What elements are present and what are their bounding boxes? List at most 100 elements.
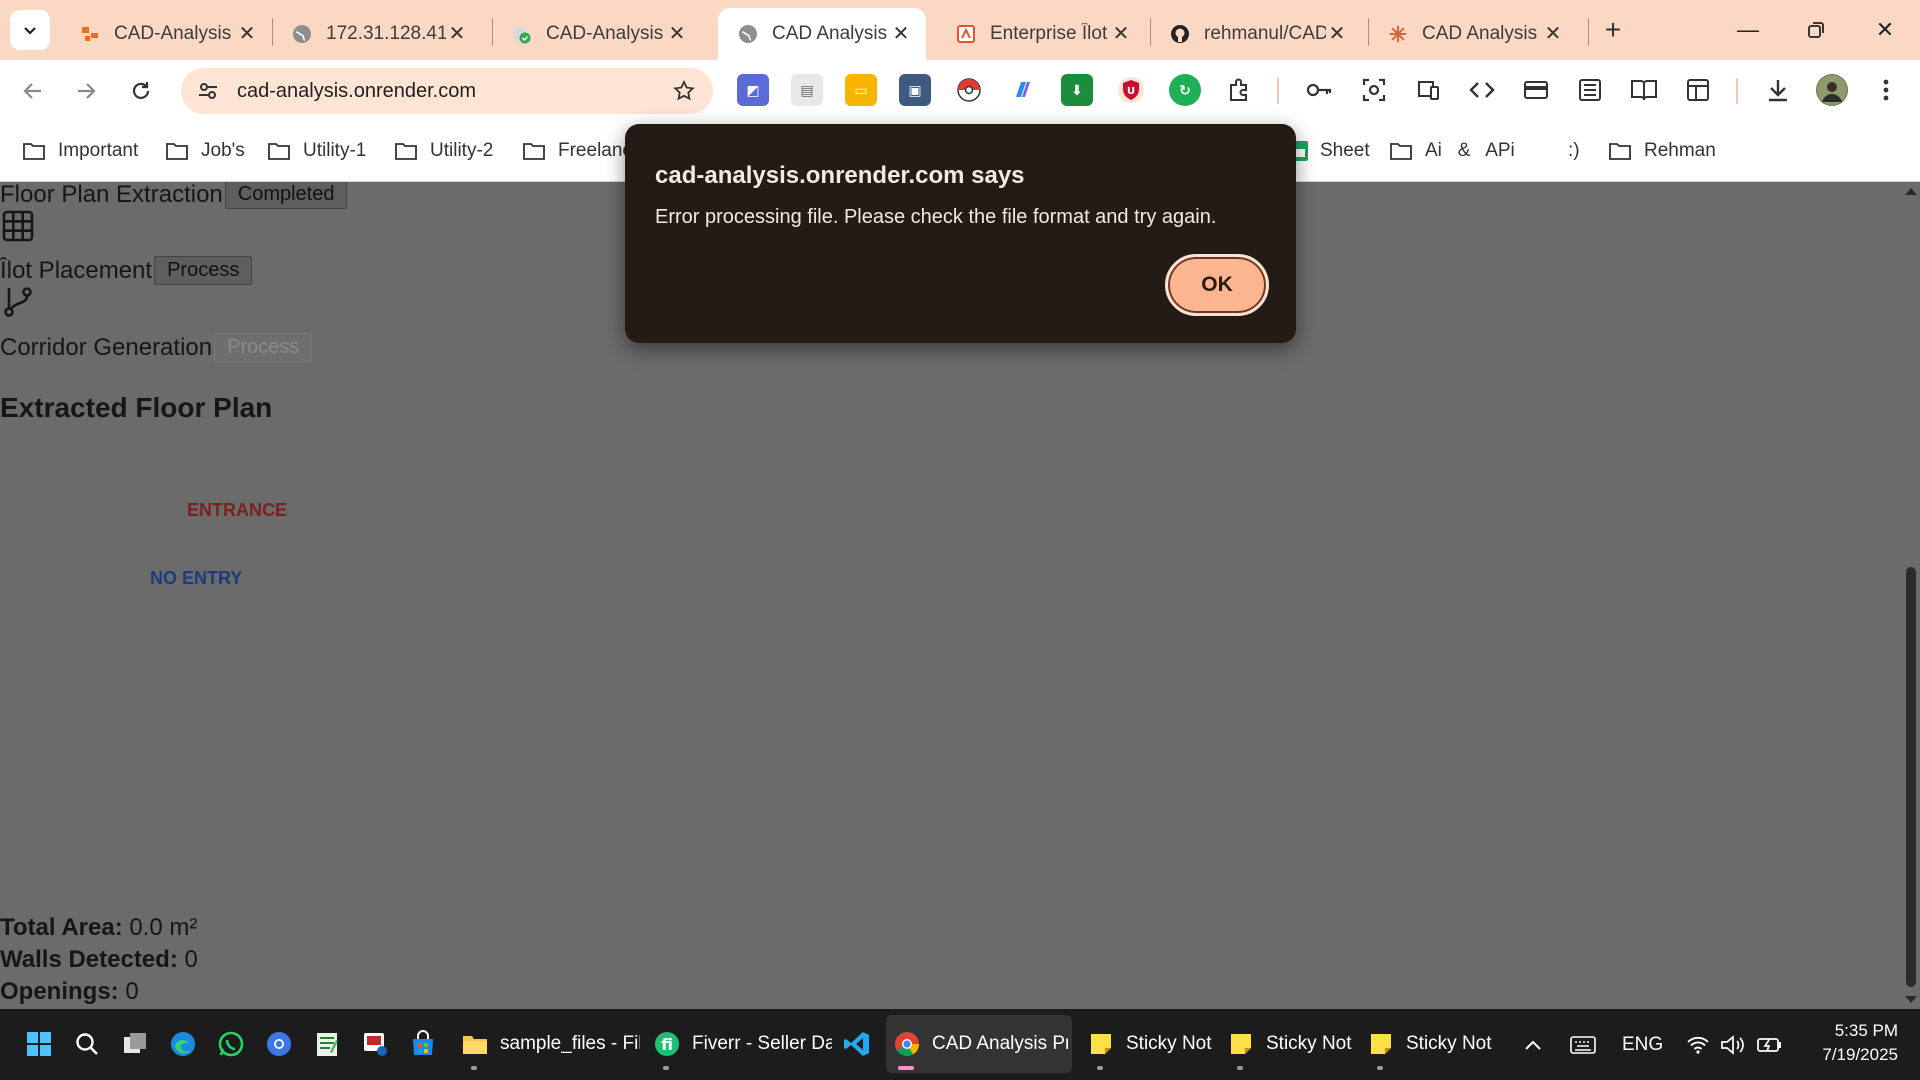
bookmark-star-icon[interactable] <box>669 76 699 106</box>
volume-icon[interactable] <box>1720 1029 1746 1061</box>
back-button[interactable] <box>16 74 50 108</box>
tab-cad-analysis-2[interactable]: CAD-Analysis ✕ <box>492 8 702 60</box>
download-icon[interactable] <box>1762 74 1794 106</box>
navigation-bar: cad-analysis.onrender.com ◩ ▤ ▭ ▣ ⬇ U ↻ <box>0 60 1920 120</box>
tab-enterprise-ilot[interactable]: Enterprise Îlot ✕ <box>936 8 1146 60</box>
tab-cad-analysis-1[interactable]: CAD-Analysis ✕ <box>60 8 272 60</box>
reading-list-icon[interactable] <box>1574 74 1606 106</box>
close-window-button[interactable]: ✕ <box>1862 12 1908 48</box>
taskbar-app-chrome-cad-analysis[interactable]: CAD Analysis Prc <box>886 1015 1072 1073</box>
copilot-icon[interactable] <box>1007 74 1039 106</box>
scroll-up-arrow-icon[interactable] <box>1904 186 1918 196</box>
bookmark-sheet[interactable]: Sheet <box>1292 137 1370 165</box>
lens-screenshot-icon[interactable] <box>1358 74 1390 106</box>
close-icon[interactable]: ✕ <box>666 23 688 45</box>
close-icon[interactable]: ✕ <box>236 23 258 45</box>
edge-icon[interactable] <box>166 1027 200 1061</box>
search-icon[interactable] <box>70 1027 104 1061</box>
whatsapp-icon[interactable] <box>214 1027 248 1061</box>
process-button-disabled[interactable]: Process <box>214 333 313 362</box>
taskbar-app-label: CAD Analysis Prc <box>932 1033 1068 1054</box>
ublock-icon[interactable]: U <box>1115 74 1147 106</box>
wifi-icon[interactable] <box>1686 1029 1710 1061</box>
taskbar-app-sticky-notes-3[interactable]: Sticky Not <box>1360 1015 1496 1073</box>
scroll-thumb[interactable] <box>1906 567 1916 987</box>
windows-start-icon[interactable] <box>22 1027 56 1061</box>
chrome-canary-icon[interactable] <box>262 1027 296 1061</box>
bookmark-folder-ai-api[interactable]: Ai & APi <box>1389 137 1515 165</box>
toolbar-divider <box>1736 78 1738 104</box>
code-icon[interactable] <box>1466 74 1498 106</box>
reload-button[interactable] <box>124 74 158 108</box>
password-key-icon[interactable] <box>1303 74 1335 106</box>
scroll-down-arrow-icon[interactable] <box>1904 995 1918 1005</box>
minimize-button[interactable]: — <box>1725 12 1771 48</box>
close-icon[interactable]: ✕ <box>890 23 912 45</box>
check-shield-icon <box>512 24 532 44</box>
new-tab-button[interactable]: + <box>1596 14 1630 48</box>
touch-keyboard-icon[interactable] <box>1570 1029 1596 1061</box>
close-icon[interactable]: ✕ <box>1542 23 1564 45</box>
notepad-icon[interactable] <box>310 1027 344 1061</box>
restore-icon <box>1808 22 1824 38</box>
pokeball-icon[interactable] <box>953 74 985 106</box>
extension-icon-3[interactable]: ▭ <box>845 74 877 106</box>
extension-icon-4[interactable]: ▣ <box>899 74 931 106</box>
tab-search-button[interactable] <box>10 10 50 50</box>
taskbar-app-label: Sticky Not <box>1406 1033 1492 1054</box>
bookmark-smiley[interactable]: :) <box>1568 137 1580 165</box>
taskbar-app-fiverr[interactable]: fi Fiverr - Seller Da <box>646 1015 836 1073</box>
avatar[interactable] <box>1816 74 1848 106</box>
bookmark-folder-freelance[interactable]: Freelanc <box>522 137 632 165</box>
running-indicator <box>1097 1066 1103 1070</box>
extension-icon-2[interactable]: ▤ <box>791 74 823 106</box>
bookmark-folder-jobs[interactable]: Job's <box>165 137 245 165</box>
snipping-tool-icon[interactable] <box>358 1027 392 1061</box>
bookmark-folder-important[interactable]: Important <box>22 137 138 165</box>
taskbar-app-sticky-notes-1[interactable]: Sticky Not <box>1080 1015 1216 1073</box>
taskbar-app-sticky-notes-2[interactable]: Sticky Not <box>1220 1015 1356 1073</box>
input-language[interactable]: ENG <box>1622 1029 1663 1061</box>
extension-icon-9[interactable]: ↻ <box>1169 74 1201 106</box>
alert-dialog: cad-analysis.onrender.com says Error pro… <box>625 124 1296 343</box>
ok-button[interactable]: OK <box>1165 254 1269 316</box>
taskbar-app-file-explorer[interactable]: sample_files - Fil <box>454 1015 644 1073</box>
restore-button[interactable] <box>1793 12 1839 48</box>
payment-card-icon[interactable] <box>1520 74 1552 106</box>
menu-kebab-icon[interactable] <box>1870 74 1902 106</box>
extensions-puzzle-icon[interactable] <box>1223 74 1255 106</box>
taskbar-app-label: Fiverr - Seller Da <box>692 1033 832 1054</box>
close-icon[interactable]: ✕ <box>446 23 468 45</box>
url-text[interactable]: cad-analysis.onrender.com <box>237 80 669 103</box>
completed-button[interactable]: Completed <box>224 182 348 209</box>
tab-cad-analysis-claude[interactable]: CAD Analysis ✕ <box>1368 8 1578 60</box>
show-hidden-icons-button[interactable] <box>1524 1029 1542 1061</box>
stat-label: Openings: <box>0 978 119 1005</box>
side-panel-icon[interactable] <box>1682 74 1714 106</box>
site-info-icon[interactable] <box>193 76 223 106</box>
battery-charging-icon[interactable] <box>1756 1029 1784 1061</box>
forward-button[interactable] <box>69 74 103 108</box>
tab-github[interactable]: rehmanul/CAD ✕ <box>1150 8 1362 60</box>
vscode-icon[interactable] <box>840 1027 874 1061</box>
bookmark-folder-rehman[interactable]: Rehman <box>1608 137 1716 165</box>
tab-cad-analysis-active[interactable]: CAD Analysis ✕ <box>718 8 926 60</box>
system-clock[interactable]: 5:35 PM 7/19/2025 <box>1822 1019 1898 1067</box>
reading-mode-icon[interactable] <box>1628 74 1660 106</box>
task-view-icon[interactable] <box>118 1027 152 1061</box>
page-scrollbar[interactable] <box>1900 182 1920 1009</box>
bookmark-folder-utility-1[interactable]: Utility-1 <box>267 137 366 165</box>
address-bar[interactable]: cad-analysis.onrender.com <box>181 68 713 114</box>
stat-value: 0 <box>125 978 139 1005</box>
extension-icon-7[interactable]: ⬇ <box>1061 74 1093 106</box>
extension-icon-1[interactable]: ◩ <box>737 74 769 106</box>
bookmark-label: Freelanc <box>558 140 632 161</box>
close-icon[interactable]: ✕ <box>1326 23 1348 45</box>
tab-ip-address[interactable]: 172.31.128.41 ✕ <box>272 8 482 60</box>
microsoft-store-icon[interactable] <box>406 1027 440 1061</box>
close-icon[interactable]: ✕ <box>1110 23 1132 45</box>
bookmark-folder-utility-2[interactable]: Utility-2 <box>394 137 493 165</box>
process-button[interactable]: Process <box>154 256 253 285</box>
tab-title: CAD Analysis <box>1422 23 1538 44</box>
device-toolbar-icon[interactable] <box>1412 74 1444 106</box>
